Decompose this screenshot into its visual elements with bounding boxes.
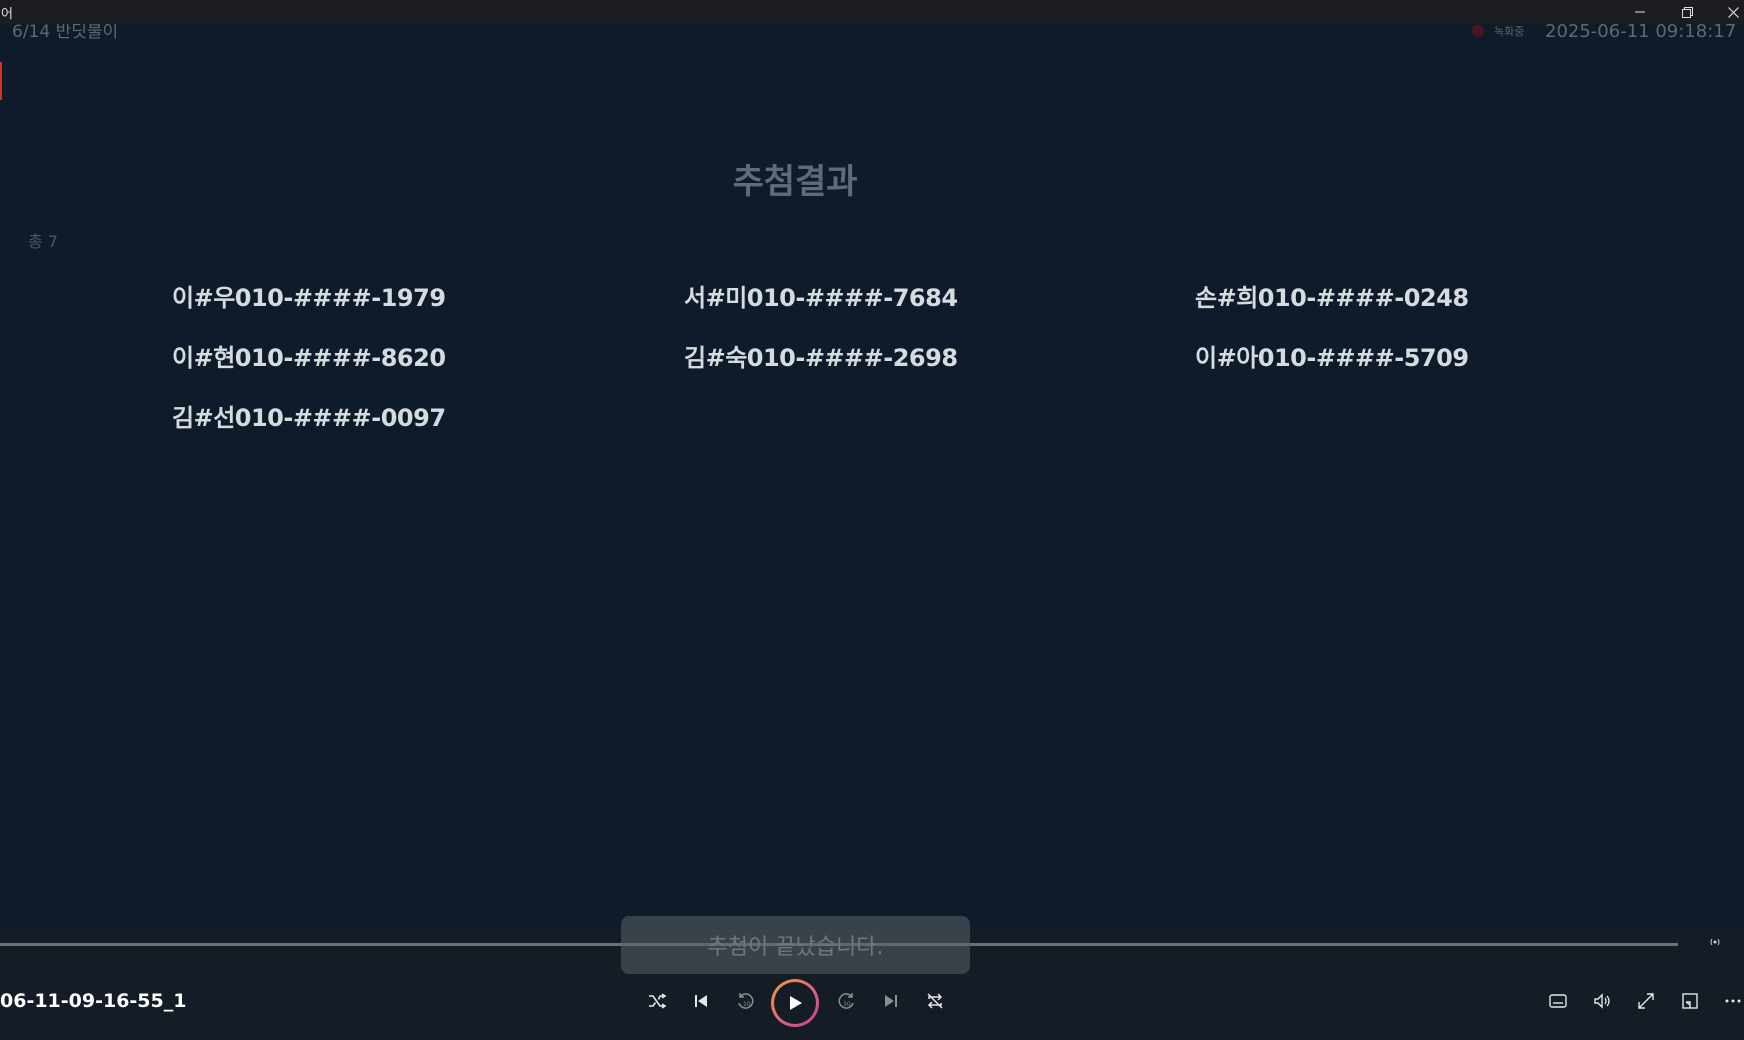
previous-button[interactable] — [686, 986, 716, 1016]
volume-button[interactable] — [1587, 986, 1617, 1016]
winner-entry: 이#우010-####-1979 — [172, 284, 446, 312]
broadcast-title: 6/14 반딧불이 — [12, 24, 119, 42]
recording-timestamp: 2025-06-11 09:18:17 — [1545, 24, 1737, 42]
winner-entry: 김#숙010-####-2698 — [684, 344, 958, 372]
previous-icon — [695, 995, 707, 1007]
mini-player-button[interactable] — [1675, 986, 1705, 1016]
more-button[interactable] — [1718, 986, 1744, 1016]
winner-entry: 이#아010-####-5709 — [1195, 344, 1469, 372]
play-icon — [790, 996, 802, 1010]
window-title: 어 — [1, 7, 13, 22]
more-icon — [1725, 999, 1741, 1003]
mini-player-icon — [1682, 993, 1698, 1009]
restore-icon — [1681, 6, 1693, 18]
live-icon[interactable] — [1708, 936, 1722, 950]
total-count: 총 7 — [28, 232, 58, 251]
subtitles-icon — [1549, 994, 1567, 1008]
toast-message: 추첨이 끝났습니다. — [621, 916, 970, 974]
shuffle-button[interactable] — [642, 986, 672, 1016]
recording-label: 녹화중 — [1494, 25, 1525, 38]
minimize-icon — [1635, 11, 1645, 13]
volume-icon — [1594, 993, 1610, 1009]
close-button[interactable] — [1713, 0, 1744, 24]
restore-button[interactable] — [1667, 0, 1707, 24]
play-button[interactable] — [771, 979, 819, 1027]
svg-text:30: 30 — [843, 1001, 851, 1008]
rewind-10-icon: 10 — [738, 993, 754, 1009]
winner-entry: 이#현010-####-8620 — [172, 344, 446, 372]
winner-entry: 손#희010-####-0248 — [1195, 284, 1469, 312]
minimize-button[interactable] — [1620, 0, 1660, 24]
red-marker — [0, 62, 2, 100]
subtitles-button[interactable] — [1543, 986, 1573, 1016]
next-button[interactable] — [876, 986, 906, 1016]
results-heading: 추첨결과 — [732, 162, 858, 202]
close-icon — [1727, 6, 1739, 18]
window-titlebar: 어 — [0, 0, 1744, 24]
fullscreen-button[interactable] — [1631, 986, 1661, 1016]
rewind-10-button[interactable]: 10 — [730, 986, 760, 1016]
svg-text:10: 10 — [743, 1001, 751, 1008]
forward-30-button[interactable]: 30 — [832, 986, 862, 1016]
forward-30-icon: 30 — [838, 993, 854, 1009]
file-name: 06-11-09-16-55_1 — [0, 990, 187, 1012]
next-icon — [885, 995, 897, 1007]
video-stage[interactable]: 6/14 반딧불이 녹화중 2025-06-11 09:18:17 추첨결과 총… — [0, 24, 1744, 930]
winner-entry: 서#미010-####-7684 — [684, 284, 958, 312]
repeat-off-icon — [927, 993, 943, 1009]
shuffle-icon — [649, 993, 667, 1009]
toast-text: 추첨이 끝났습니다. — [707, 935, 884, 960]
fullscreen-icon — [1638, 993, 1654, 1009]
repeat-button[interactable] — [920, 986, 950, 1016]
recording-dot-icon — [1472, 25, 1484, 37]
winner-entry: 김#선010-####-0097 — [172, 404, 446, 432]
